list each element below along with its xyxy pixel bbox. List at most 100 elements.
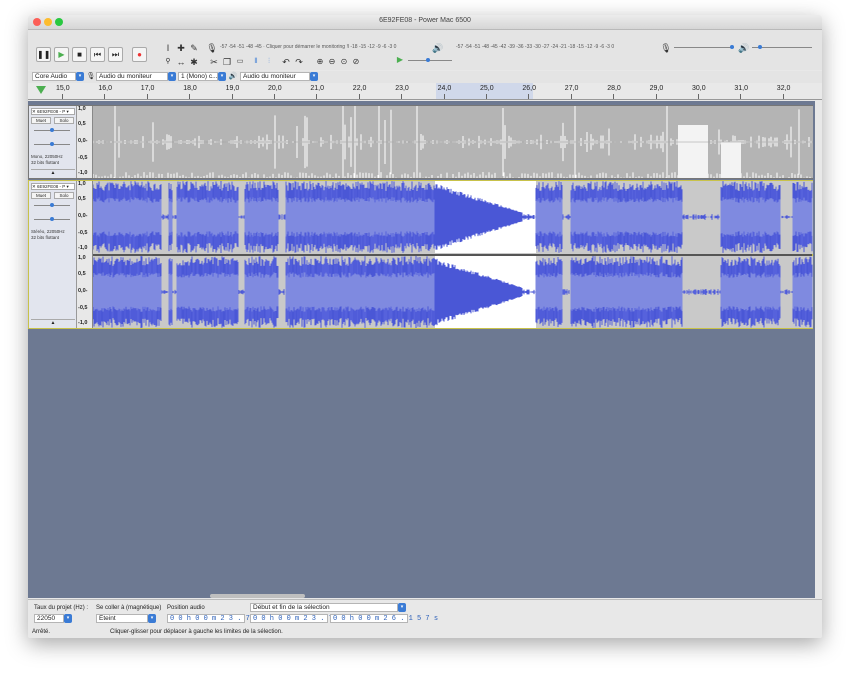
audio-position-field[interactable]: 0 0 h 0 0 m 2 3 . 7 7 7 s xyxy=(167,614,275,623)
selection-mode-dropdown-icon[interactable]: ▾ xyxy=(398,603,406,612)
playback-device-dropdown-icon[interactable]: ▾ xyxy=(310,72,318,81)
timeline-ruler[interactable]: 15,0 16,0 17,0 18,0 19,0 20,0 21,0 22,0 23,0 24,0… xyxy=(28,83,822,100)
stereo-right-waveform[interactable] xyxy=(93,256,813,328)
envelope-tool-icon[interactable]: ✚ xyxy=(175,42,187,54)
fit-project-icon[interactable]: ⊘ xyxy=(350,56,362,68)
mic-volume-knob[interactable] xyxy=(730,45,734,49)
play-at-speed-icon[interactable]: ▶ xyxy=(394,54,406,66)
recording-device-dropdown-icon[interactable]: ▾ xyxy=(168,72,176,81)
timeline-tick-label: 31,0 xyxy=(734,85,749,92)
snap-dropdown-icon[interactable]: ▾ xyxy=(148,614,156,623)
play-meter-scale[interactable]: -57 -54 -51 -48 -45 -42 -39 -36 -33 -30 … xyxy=(456,44,614,50)
main-toolbar: ❚❚ ▶ ■ ⏮ ⏭ ● I ✚ ✎ ⚲ ↔ ✱ 🎙 -57 -54 -51 -… xyxy=(28,30,822,70)
snap-select[interactable]: Éteint xyxy=(96,614,148,623)
amp-label: 0,5 xyxy=(78,271,86,277)
speaker-volume-slider[interactable] xyxy=(752,45,812,49)
mute-button[interactable]: Muet xyxy=(31,117,51,124)
speaker-volume-icon: 🔊 xyxy=(738,43,750,53)
mic-volume-slider[interactable] xyxy=(674,45,734,49)
track-name-menu[interactable]: ✕ 6E92FE08 - P ▾ xyxy=(31,183,75,190)
draw-tool-icon[interactable]: ✎ xyxy=(188,42,200,54)
amp-label: -0,5 xyxy=(78,305,88,311)
pan-slider[interactable] xyxy=(34,142,70,146)
selection-end-field[interactable]: 0 0 h 0 0 m 2 6 . 1 5 7 s xyxy=(330,614,438,623)
timeline-tick-label: 17,0 xyxy=(140,85,155,92)
paste-icon[interactable]: ▭ xyxy=(234,56,246,68)
collapse-track-button[interactable]: ▲ xyxy=(31,319,75,326)
multi-tool-icon[interactable]: ✱ xyxy=(188,56,200,68)
timeline-tick-label: 15,0 xyxy=(56,85,70,92)
audio-host-dropdown-icon[interactable]: ▾ xyxy=(76,72,84,81)
selection-start-field[interactable]: 0 0 h 0 0 m 2 3 . 7 7 7 s xyxy=(250,614,358,623)
track-format-rate: Stéréo, 22050Hz xyxy=(31,229,65,234)
timeline-play-head-icon[interactable] xyxy=(36,86,46,94)
zoom-in-icon[interactable]: ⊕ xyxy=(314,56,326,68)
redo-icon[interactable]: ↷ xyxy=(293,56,305,68)
timeline-tick-label: 26,0 xyxy=(522,85,537,92)
mute-button[interactable]: Muet xyxy=(31,192,51,199)
mono-track[interactable]: ✕ 6E92FE08 - P ▾ Muet Solo Mono, 22050Hz… xyxy=(28,105,813,179)
silence-icon[interactable]: ⫶ xyxy=(263,56,275,68)
track-name-menu[interactable]: ✕ 6E92FE08 - P ▾ xyxy=(31,108,75,115)
zoom-out-icon[interactable]: ⊖ xyxy=(326,56,338,68)
trim-icon[interactable]: ⫴ xyxy=(250,56,262,68)
record-meter-scale[interactable]: -57 -54 -51 -48 -45 · Cliquer pour démar… xyxy=(220,44,396,50)
collapse-track-button[interactable]: ▲ xyxy=(31,169,75,176)
timeline-tick-label: 32,0 xyxy=(776,85,791,92)
record-button[interactable]: ● xyxy=(132,47,147,62)
gain-knob[interactable] xyxy=(50,203,54,207)
skip-to-start-button[interactable]: ⏮ xyxy=(90,47,105,62)
recording-device-select[interactable]: Audio du moniteur xyxy=(96,72,168,81)
record-meter-mic-icon[interactable]: 🎙 xyxy=(206,42,218,54)
timeline-tick-mark xyxy=(528,94,530,99)
pan-knob[interactable] xyxy=(50,217,54,221)
track-area[interactable]: ✕ 6E92FE08 - P ▾ Muet Solo Mono, 22050Hz… xyxy=(28,101,815,598)
project-rate-dropdown-icon[interactable]: ▾ xyxy=(64,614,72,623)
playback-device-select[interactable]: Audio du moniteur xyxy=(240,72,310,81)
skip-to-end-button[interactable]: ⏭ xyxy=(108,47,123,62)
stereo-left-waveform[interactable] xyxy=(93,181,813,254)
stop-button[interactable]: ■ xyxy=(72,47,87,62)
gain-knob[interactable] xyxy=(50,128,54,132)
channels-dropdown-icon[interactable]: ▾ xyxy=(218,72,226,81)
copy-icon[interactable]: ❐ xyxy=(221,56,233,68)
solo-button[interactable]: Solo xyxy=(54,192,74,199)
timeline-tick-mark xyxy=(613,94,615,99)
play-speed-knob[interactable] xyxy=(426,58,430,62)
mono-waveform[interactable] xyxy=(93,106,813,178)
timeline-tick-label: 24,0 xyxy=(437,85,452,92)
pause-button[interactable]: ❚❚ xyxy=(36,47,51,62)
pan-slider[interactable] xyxy=(34,217,70,221)
gain-slider[interactable] xyxy=(34,203,70,207)
fit-selection-icon[interactable]: ⊙ xyxy=(338,56,350,68)
horizontal-scrollbar[interactable] xyxy=(210,594,305,598)
zoom-tool-icon[interactable]: ⚲ xyxy=(162,56,174,68)
selection-toolbar: Taux du projet (Hz) : 22050 ▾ Se coller … xyxy=(28,599,822,638)
play-button[interactable]: ▶ xyxy=(54,47,69,62)
gain-slider[interactable] xyxy=(34,128,70,132)
pan-knob[interactable] xyxy=(50,142,54,146)
cut-icon[interactable]: ✂ xyxy=(208,56,220,68)
selection-tool-icon[interactable]: I xyxy=(162,42,174,54)
audio-host-select[interactable]: Core Audio xyxy=(32,72,76,81)
amp-label: 0,0- xyxy=(78,288,88,294)
mic-volume-icon: 🎙 xyxy=(660,43,672,53)
stereo-track[interactable]: ✕ 6E92FE08 - P ▾ Muet Solo Stéréo, 22050… xyxy=(28,180,813,329)
playback-speaker-icon: 🔊 xyxy=(228,73,238,80)
amp-label: -0,5 xyxy=(78,230,88,236)
timeline-tick-label: 29,0 xyxy=(649,85,664,92)
undo-icon[interactable]: ↶ xyxy=(280,56,292,68)
selection-mode-select[interactable]: Début et fin de la sélection xyxy=(250,603,398,612)
solo-button[interactable]: Solo xyxy=(54,117,74,124)
timeline-tick-mark xyxy=(443,94,445,99)
status-state: Arrêté. xyxy=(32,629,51,635)
speaker-volume-knob[interactable] xyxy=(758,45,762,49)
snap-label: Se coller à (magnétique) xyxy=(96,605,162,611)
timeshift-tool-icon[interactable]: ↔ xyxy=(175,56,187,68)
channels-select[interactable]: 1 (Mono) c... xyxy=(178,72,218,81)
project-rate-select[interactable]: 22050 xyxy=(34,614,64,623)
track-format-bits: 32 bits flottant xyxy=(31,235,60,240)
play-speed-slider[interactable] xyxy=(408,58,452,62)
play-meter-speaker-icon[interactable]: 🔊 xyxy=(432,42,444,54)
timeline-tick-mark xyxy=(146,94,148,99)
